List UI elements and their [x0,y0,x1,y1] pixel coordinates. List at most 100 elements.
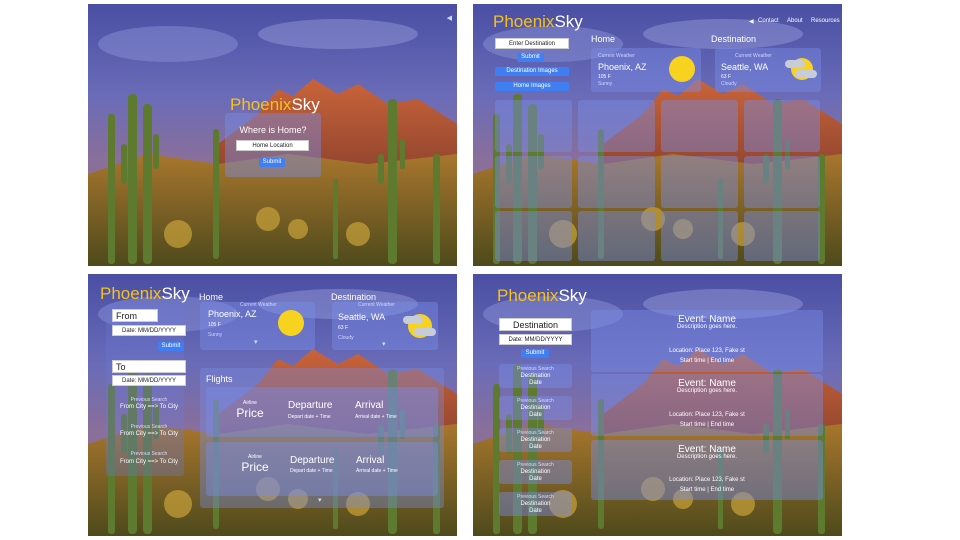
arrival-detail: Arrival date + Time [355,414,397,420]
destination-input[interactable]: Enter Destination [495,38,569,49]
weather-caption: Current Weather [240,302,277,308]
previous-search-caption: Previous Search [517,430,554,436]
event-location: Location: Place 123, Fake st [669,412,745,418]
image-tile[interactable] [495,156,572,208]
brand-logo: PhoenixSky [497,286,587,305]
previous-search-caption: Previous Search [130,424,168,430]
home-heading: Home [591,34,616,44]
chevron-down-icon[interactable]: ▾ [254,338,258,346]
nav-about[interactable]: About [787,18,803,24]
image-tile[interactable] [578,211,655,261]
arrival-label: Arrival [355,400,384,411]
image-tile[interactable] [744,156,820,208]
weather-caption: Current Weather [358,302,395,308]
brand-logo: PhoenixSky [230,95,320,114]
history-date: Date [529,380,542,386]
departure-detail: Depart date + Time [290,468,333,474]
history-destination: Destination [520,501,551,507]
image-tile[interactable] [661,100,738,152]
event-time: Start time | End time [679,487,735,493]
dashboard-screen: PhoenixSky ◀ Contact About Resources Ent… [473,4,842,266]
sun-icon [669,56,695,82]
history-date: Date [529,476,542,482]
image-tile[interactable] [578,100,655,152]
event-time: Start time | End time [679,422,735,428]
image-tile[interactable] [744,211,820,261]
date-input[interactable]: Date: MM/DD/YYYY [499,334,572,345]
nav-resources[interactable]: Resources [811,18,840,24]
destination-images-button[interactable]: Destination Images [495,67,569,76]
previous-search-caption: Previous Search [517,462,554,468]
brand-logo: PhoenixSky [100,284,190,303]
image-tile[interactable] [744,100,820,152]
sun-icon [278,310,304,336]
chevron-down-icon[interactable]: ▾ [318,496,322,504]
history-destination: Destination [520,469,551,475]
history-date: Date [529,412,542,418]
landing-screen: ◀ PhoenixSky Where is Home? Home Locatio… [88,4,457,266]
departure-label: Departure [290,455,335,466]
home-temp: 105 F [598,74,611,80]
submit-button[interactable]: Submit [259,158,285,167]
to-date-input[interactable]: Date: MM/DD/YYYY [112,375,186,386]
history-destination: Destination [520,373,551,379]
price-label: Price [236,406,264,420]
previous-search-item[interactable]: From City ==> To City [112,404,186,410]
home-location-input[interactable]: Home Location [236,140,309,151]
event-description: Description goes here. [676,324,738,330]
weather-caption: Current Weather [735,53,772,59]
submit-button[interactable]: Submit [517,53,544,62]
nav-contact[interactable]: Contact [758,18,779,24]
previous-search-item[interactable]: From City ==> To City [112,431,186,437]
from-input[interactable]: From [112,309,158,322]
flights-heading: Flights [206,374,233,384]
from-date-input[interactable]: Date: MM/DD/YYYY [112,325,186,336]
image-tile[interactable] [578,156,655,208]
image-tile[interactable] [495,211,572,261]
events-screen: PhoenixSky Destination Date: MM/DD/YYYY … [473,274,842,536]
destination-city: Seattle, WA [338,312,386,322]
event-time: Start time | End time [679,358,735,364]
previous-search-caption: Previous Search [130,451,168,457]
home-city: Phoenix, AZ [208,309,257,319]
home-city: Phoenix, AZ [598,62,647,72]
image-tile[interactable] [661,211,738,261]
destination-city: Seattle, WA [721,62,769,72]
previous-search-caption: Previous Search [517,366,554,372]
event-description: Description goes here. [676,388,738,394]
event-description: Description goes here. [676,454,738,460]
departure-detail: Depart date + Time [288,414,331,420]
history-destination: Destination [520,437,551,443]
event-location: Location: Place 123, Fake st [669,477,745,483]
image-tile[interactable] [495,100,572,152]
event-location: Location: Place 123, Fake st [669,348,745,354]
chevron-left-icon[interactable]: ◀ [749,18,754,25]
home-question: Where is Home? [239,125,307,135]
submit-button[interactable]: Submit [158,342,184,351]
flights-screen: PhoenixSky From Date: MM/DD/YYYY Submit … [88,274,457,536]
destination-heading: Destination [331,292,377,302]
destination-temp: 63 F [338,325,349,331]
image-tile[interactable] [661,156,738,208]
price-label: Price [241,460,269,474]
chevron-left-icon[interactable]: ◀ [447,14,452,22]
weather-caption: Current Weather [598,53,635,59]
to-input[interactable]: To [112,360,186,373]
destination-heading: Destination [711,34,757,44]
history-destination: Destination [520,405,551,411]
destination-condition: Cloudy [338,335,354,341]
brand-logo: PhoenixSky [493,12,583,31]
destination-temp: 63 F [721,74,732,80]
destination-input[interactable]: Destination [499,318,572,331]
history-date: Date [529,508,542,514]
departure-label: Departure [288,400,333,411]
arrival-label: Arrival [356,455,385,466]
home-images-button[interactable]: Home Images [495,82,569,91]
home-temp: 105 F [208,322,221,328]
submit-button[interactable]: Submit [521,349,549,358]
chevron-down-icon[interactable]: ▾ [382,340,386,348]
previous-search-item[interactable]: From City ==> To City [112,459,186,465]
home-condition: Sunny [598,81,613,87]
previous-search-caption: Previous Search [517,398,554,404]
history-date: Date [529,444,542,450]
